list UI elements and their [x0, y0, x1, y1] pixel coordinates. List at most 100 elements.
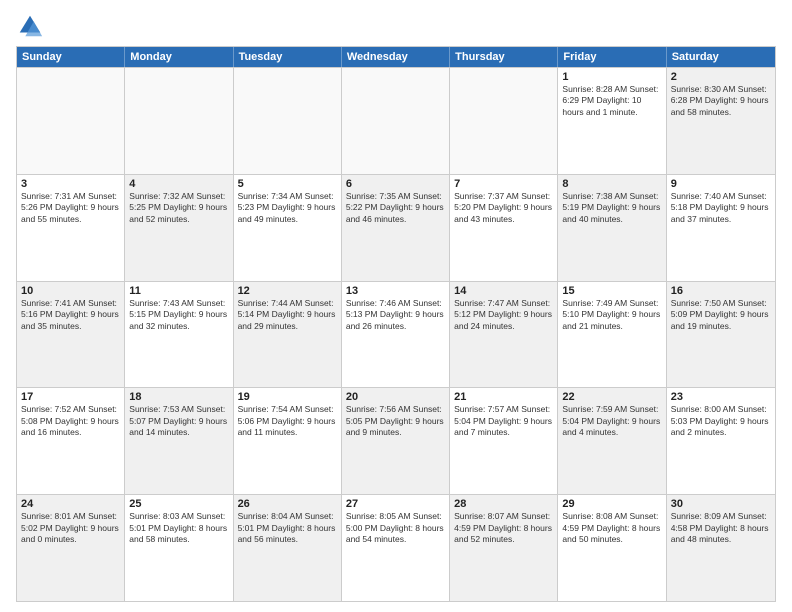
calendar-day-cell: 6Sunrise: 7:35 AM Sunset: 5:22 PM Daylig…: [342, 175, 450, 281]
day-number: 18: [129, 391, 228, 403]
day-number: 17: [21, 391, 120, 403]
calendar-day-cell: 3Sunrise: 7:31 AM Sunset: 5:26 PM Daylig…: [17, 175, 125, 281]
calendar-day-cell: 27Sunrise: 8:05 AM Sunset: 5:00 PM Dayli…: [342, 495, 450, 601]
calendar-week-row: 10Sunrise: 7:41 AM Sunset: 5:16 PM Dayli…: [17, 281, 775, 388]
calendar-day-cell: 12Sunrise: 7:44 AM Sunset: 5:14 PM Dayli…: [234, 282, 342, 388]
day-info: Sunrise: 7:54 AM Sunset: 5:06 PM Dayligh…: [238, 404, 337, 438]
calendar-day-cell: 24Sunrise: 8:01 AM Sunset: 5:02 PM Dayli…: [17, 495, 125, 601]
day-info: Sunrise: 8:08 AM Sunset: 4:59 PM Dayligh…: [562, 511, 661, 545]
day-number: 15: [562, 285, 661, 297]
calendar-day-cell: 9Sunrise: 7:40 AM Sunset: 5:18 PM Daylig…: [667, 175, 775, 281]
calendar-header-cell: Tuesday: [234, 47, 342, 67]
day-number: 28: [454, 498, 553, 510]
day-number: 20: [346, 391, 445, 403]
calendar-header-cell: Sunday: [17, 47, 125, 67]
calendar-day-cell: 8Sunrise: 7:38 AM Sunset: 5:19 PM Daylig…: [558, 175, 666, 281]
day-number: 8: [562, 178, 661, 190]
day-info: Sunrise: 7:53 AM Sunset: 5:07 PM Dayligh…: [129, 404, 228, 438]
day-info: Sunrise: 7:34 AM Sunset: 5:23 PM Dayligh…: [238, 191, 337, 225]
calendar-header-row: SundayMondayTuesdayWednesdayThursdayFrid…: [17, 47, 775, 67]
logo-icon: [16, 12, 44, 40]
day-info: Sunrise: 7:46 AM Sunset: 5:13 PM Dayligh…: [346, 298, 445, 332]
calendar-header-cell: Wednesday: [342, 47, 450, 67]
day-info: Sunrise: 8:01 AM Sunset: 5:02 PM Dayligh…: [21, 511, 120, 545]
day-number: 11: [129, 285, 228, 297]
calendar-day-cell: 22Sunrise: 7:59 AM Sunset: 5:04 PM Dayli…: [558, 388, 666, 494]
calendar-day-cell: 26Sunrise: 8:04 AM Sunset: 5:01 PM Dayli…: [234, 495, 342, 601]
day-number: 13: [346, 285, 445, 297]
day-info: Sunrise: 7:32 AM Sunset: 5:25 PM Dayligh…: [129, 191, 228, 225]
calendar-day-cell: 14Sunrise: 7:47 AM Sunset: 5:12 PM Dayli…: [450, 282, 558, 388]
day-number: 14: [454, 285, 553, 297]
calendar-day-cell: 23Sunrise: 8:00 AM Sunset: 5:03 PM Dayli…: [667, 388, 775, 494]
calendar-day-cell: 16Sunrise: 7:50 AM Sunset: 5:09 PM Dayli…: [667, 282, 775, 388]
day-info: Sunrise: 7:59 AM Sunset: 5:04 PM Dayligh…: [562, 404, 661, 438]
header: [16, 12, 776, 40]
calendar: SundayMondayTuesdayWednesdayThursdayFrid…: [16, 46, 776, 602]
calendar-day-cell: 15Sunrise: 7:49 AM Sunset: 5:10 PM Dayli…: [558, 282, 666, 388]
day-number: 27: [346, 498, 445, 510]
day-number: 21: [454, 391, 553, 403]
day-info: Sunrise: 8:28 AM Sunset: 6:29 PM Dayligh…: [562, 84, 661, 118]
day-number: 22: [562, 391, 661, 403]
day-info: Sunrise: 7:41 AM Sunset: 5:16 PM Dayligh…: [21, 298, 120, 332]
calendar-day-cell: 29Sunrise: 8:08 AM Sunset: 4:59 PM Dayli…: [558, 495, 666, 601]
calendar-week-row: 24Sunrise: 8:01 AM Sunset: 5:02 PM Dayli…: [17, 494, 775, 601]
day-number: 9: [671, 178, 771, 190]
calendar-day-cell: 13Sunrise: 7:46 AM Sunset: 5:13 PM Dayli…: [342, 282, 450, 388]
day-info: Sunrise: 8:00 AM Sunset: 5:03 PM Dayligh…: [671, 404, 771, 438]
calendar-week-row: 17Sunrise: 7:52 AM Sunset: 5:08 PM Dayli…: [17, 387, 775, 494]
calendar-day-cell: 1Sunrise: 8:28 AM Sunset: 6:29 PM Daylig…: [558, 68, 666, 174]
day-number: 24: [21, 498, 120, 510]
day-number: 12: [238, 285, 337, 297]
calendar-week-row: 3Sunrise: 7:31 AM Sunset: 5:26 PM Daylig…: [17, 174, 775, 281]
day-number: 3: [21, 178, 120, 190]
calendar-body: 1Sunrise: 8:28 AM Sunset: 6:29 PM Daylig…: [17, 67, 775, 601]
day-info: Sunrise: 7:50 AM Sunset: 5:09 PM Dayligh…: [671, 298, 771, 332]
day-info: Sunrise: 8:04 AM Sunset: 5:01 PM Dayligh…: [238, 511, 337, 545]
day-number: 4: [129, 178, 228, 190]
calendar-day-cell: [17, 68, 125, 174]
day-number: 6: [346, 178, 445, 190]
calendar-day-cell: 25Sunrise: 8:03 AM Sunset: 5:01 PM Dayli…: [125, 495, 233, 601]
calendar-day-cell: [125, 68, 233, 174]
day-number: 29: [562, 498, 661, 510]
day-number: 19: [238, 391, 337, 403]
day-info: Sunrise: 7:35 AM Sunset: 5:22 PM Dayligh…: [346, 191, 445, 225]
day-number: 30: [671, 498, 771, 510]
day-number: 16: [671, 285, 771, 297]
page: SundayMondayTuesdayWednesdayThursdayFrid…: [0, 0, 792, 612]
day-info: Sunrise: 7:38 AM Sunset: 5:19 PM Dayligh…: [562, 191, 661, 225]
day-info: Sunrise: 7:40 AM Sunset: 5:18 PM Dayligh…: [671, 191, 771, 225]
day-info: Sunrise: 7:43 AM Sunset: 5:15 PM Dayligh…: [129, 298, 228, 332]
day-info: Sunrise: 7:44 AM Sunset: 5:14 PM Dayligh…: [238, 298, 337, 332]
calendar-header-cell: Saturday: [667, 47, 775, 67]
day-info: Sunrise: 7:57 AM Sunset: 5:04 PM Dayligh…: [454, 404, 553, 438]
calendar-day-cell: 4Sunrise: 7:32 AM Sunset: 5:25 PM Daylig…: [125, 175, 233, 281]
calendar-day-cell: [234, 68, 342, 174]
calendar-day-cell: 21Sunrise: 7:57 AM Sunset: 5:04 PM Dayli…: [450, 388, 558, 494]
day-info: Sunrise: 8:05 AM Sunset: 5:00 PM Dayligh…: [346, 511, 445, 545]
calendar-day-cell: [342, 68, 450, 174]
day-info: Sunrise: 7:52 AM Sunset: 5:08 PM Dayligh…: [21, 404, 120, 438]
calendar-day-cell: 28Sunrise: 8:07 AM Sunset: 4:59 PM Dayli…: [450, 495, 558, 601]
day-info: Sunrise: 7:56 AM Sunset: 5:05 PM Dayligh…: [346, 404, 445, 438]
day-number: 25: [129, 498, 228, 510]
calendar-day-cell: 18Sunrise: 7:53 AM Sunset: 5:07 PM Dayli…: [125, 388, 233, 494]
calendar-header-cell: Monday: [125, 47, 233, 67]
day-info: Sunrise: 8:09 AM Sunset: 4:58 PM Dayligh…: [671, 511, 771, 545]
day-number: 7: [454, 178, 553, 190]
calendar-header-cell: Thursday: [450, 47, 558, 67]
day-number: 5: [238, 178, 337, 190]
day-number: 1: [562, 71, 661, 83]
calendar-day-cell: 20Sunrise: 7:56 AM Sunset: 5:05 PM Dayli…: [342, 388, 450, 494]
day-info: Sunrise: 7:47 AM Sunset: 5:12 PM Dayligh…: [454, 298, 553, 332]
day-number: 10: [21, 285, 120, 297]
day-info: Sunrise: 8:07 AM Sunset: 4:59 PM Dayligh…: [454, 511, 553, 545]
day-info: Sunrise: 7:37 AM Sunset: 5:20 PM Dayligh…: [454, 191, 553, 225]
logo: [16, 12, 48, 40]
day-info: Sunrise: 7:49 AM Sunset: 5:10 PM Dayligh…: [562, 298, 661, 332]
calendar-day-cell: 11Sunrise: 7:43 AM Sunset: 5:15 PM Dayli…: [125, 282, 233, 388]
calendar-day-cell: 19Sunrise: 7:54 AM Sunset: 5:06 PM Dayli…: [234, 388, 342, 494]
day-info: Sunrise: 8:30 AM Sunset: 6:28 PM Dayligh…: [671, 84, 771, 118]
